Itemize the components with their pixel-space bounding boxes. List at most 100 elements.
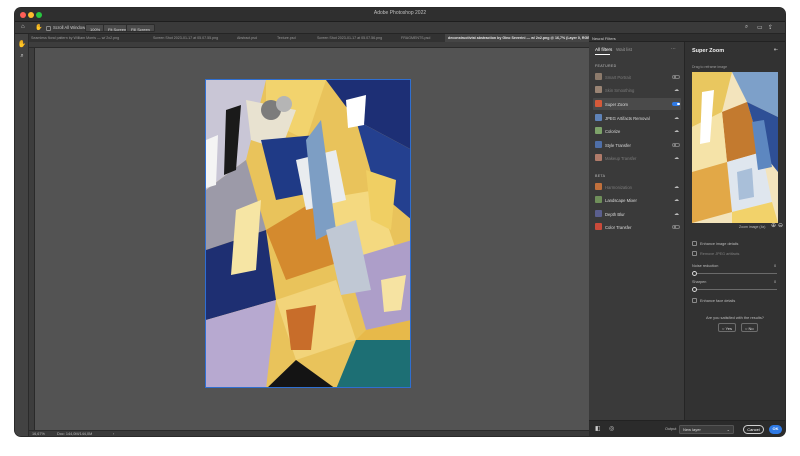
status-bar: 16,67% Doc: 144,0M/144,0M › bbox=[29, 430, 589, 436]
preview-image[interactable] bbox=[692, 72, 778, 223]
fill-screen-button[interactable]: Fill Screen bbox=[126, 24, 155, 32]
share-icon[interactable]: ⇪ bbox=[768, 24, 773, 31]
neural-filters-footer: ◧ ◎ Output New layer ⌄ Cancel OK bbox=[589, 420, 785, 436]
tab-document-1[interactable]: Seamless floral pattern by William Morri… bbox=[31, 34, 149, 42]
enhance-face-details-checkbox[interactable] bbox=[692, 298, 697, 303]
tab-document-2[interactable]: Screen Shot 2023-01-17 at 05.07.55.png bbox=[153, 34, 233, 42]
filter-settings-panel: Super Zoom ⇤ Drag to reframe image Zoom … bbox=[685, 42, 785, 436]
filter-row-landscape-mixer[interactable]: Landscape Mixer ☁ bbox=[593, 194, 681, 206]
noise-reduction-track[interactable] bbox=[694, 273, 777, 274]
filter-row-color-transfer[interactable]: Color Transfer bbox=[593, 221, 681, 233]
filter-toggle-smart-portrait[interactable] bbox=[672, 74, 680, 79]
filter-row-makeup-transfer[interactable]: Makeup Transfer ☁ bbox=[593, 152, 681, 164]
document-image[interactable] bbox=[205, 79, 411, 388]
drag-hint: Drag to reframe image bbox=[692, 65, 728, 69]
home-icon[interactable]: ⌂ bbox=[21, 24, 25, 30]
hand-icon[interactable]: ✋ bbox=[17, 40, 27, 49]
tab-document-active[interactable]: deconstructivist abstraction by Gino Sev… bbox=[445, 34, 589, 42]
filter-thumbnail bbox=[595, 100, 602, 107]
more-options-icon[interactable]: ⋯ bbox=[671, 46, 676, 52]
filter-row-style-transfer[interactable]: Style Transfer bbox=[593, 139, 681, 151]
filter-toggle-color-transfer[interactable] bbox=[672, 224, 680, 229]
cancel-button[interactable]: Cancel bbox=[743, 424, 764, 434]
scroll-all-windows-label: Scroll All Windows bbox=[53, 25, 88, 30]
tab-wait-list[interactable]: Wait list bbox=[616, 47, 632, 52]
enhance-image-details-row[interactable]: Enhance image details bbox=[692, 241, 782, 247]
filters-list-panel: All filters Wait list ⋯ FEATURED Smart P… bbox=[589, 42, 685, 436]
search-icon[interactable]: ⌕ bbox=[745, 24, 748, 31]
tab-all-filters[interactable]: All filters bbox=[595, 47, 612, 52]
cloud-download-icon[interactable]: ☁ bbox=[674, 128, 679, 134]
enhance-face-details-label: Enhance face details bbox=[700, 298, 736, 303]
enhance-image-details-checkbox[interactable] bbox=[692, 241, 697, 246]
tab-document-3[interactable]: Abstract.psd bbox=[237, 34, 273, 42]
filter-row-harmonization[interactable]: Harmonization ☁ bbox=[593, 181, 681, 193]
document-tabs: Seamless floral pattern by William Morri… bbox=[29, 34, 589, 42]
filter-thumbnail bbox=[595, 114, 602, 121]
noise-reduction-slider[interactable] bbox=[691, 270, 697, 276]
document-size: Doc: 144,0M/144,0M bbox=[57, 431, 93, 436]
preview-toggle-icon[interactable]: ◧ bbox=[595, 425, 601, 432]
hand-tool-icon[interactable]: ✋ bbox=[35, 24, 42, 31]
filter-row-colorize[interactable]: Colorize ☁ bbox=[593, 125, 681, 137]
filter-thumbnail bbox=[595, 86, 602, 93]
cloud-download-icon[interactable]: ☁ bbox=[674, 211, 679, 217]
remove-jpeg-artifacts-row[interactable]: Remove JPEG artifacts bbox=[692, 251, 782, 257]
filter-name: JPEG Artifacts Removal bbox=[605, 115, 650, 121]
filter-name: Depth Blur bbox=[605, 211, 625, 217]
no-label: No bbox=[748, 325, 754, 331]
filter-thumbnail bbox=[595, 210, 602, 217]
filter-row-jpeg-artifacts-removal[interactable]: JPEG Artifacts Removal ☁ bbox=[593, 112, 681, 124]
enhance-face-details-row[interactable]: Enhance face details bbox=[692, 298, 782, 304]
yes-feedback-button[interactable]: ○ Yes bbox=[718, 323, 736, 332]
abstract-artwork bbox=[206, 80, 410, 387]
filter-thumbnail bbox=[595, 183, 602, 190]
tab-document-6[interactable]: FRAGMENTS.psd bbox=[401, 34, 441, 42]
tab-document-5[interactable]: Screen Shot 2023-01-17 at 05.07.56.png bbox=[317, 34, 397, 42]
cloud-download-icon[interactable]: ☁ bbox=[674, 115, 679, 121]
filter-row-smart-portrait[interactable]: Smart Portrait bbox=[593, 71, 681, 83]
cloud-download-icon[interactable]: ☁ bbox=[674, 155, 679, 161]
filter-toggle-style-transfer[interactable] bbox=[672, 142, 680, 147]
window-title: Adobe Photoshop 2022 bbox=[373, 10, 427, 16]
filter-row-skin-smoothing[interactable]: Skin Smoothing ☁ bbox=[593, 84, 681, 96]
sharpen-track[interactable] bbox=[694, 289, 777, 290]
cloud-download-icon[interactable]: ☁ bbox=[674, 184, 679, 190]
scroll-all-windows-checkbox[interactable] bbox=[46, 25, 51, 31]
remove-jpeg-artifacts-checkbox[interactable] bbox=[692, 251, 697, 256]
cloud-download-icon[interactable]: ☁ bbox=[674, 87, 679, 93]
zoom-tool-icon[interactable]: ⌕ bbox=[17, 52, 27, 61]
history-icon[interactable]: ⇤ bbox=[774, 47, 778, 53]
sharpen-slider[interactable] bbox=[691, 286, 697, 292]
section-beta: BETA bbox=[595, 174, 606, 178]
filter-thumbnail bbox=[595, 73, 602, 80]
filter-row-super-zoom[interactable]: Super Zoom bbox=[593, 98, 681, 110]
filter-name: Style Transfer bbox=[605, 142, 631, 148]
workspace-icon[interactable]: ▭ bbox=[757, 24, 763, 31]
layer-preview-icon[interactable]: ◎ bbox=[609, 425, 614, 432]
filter-thumbnail bbox=[595, 223, 602, 230]
no-feedback-button[interactable]: ○ No bbox=[741, 323, 758, 332]
ok-button[interactable]: OK bbox=[769, 424, 782, 434]
noise-reduction-value: 0 bbox=[774, 264, 777, 268]
tab-document-4[interactable]: Texture.psd bbox=[277, 34, 313, 42]
zoom-out-icon[interactable]: ⊖ bbox=[778, 222, 783, 229]
filter-row-depth-blur[interactable]: Depth Blur ☁ bbox=[593, 208, 681, 220]
options-bar: ⌂ ✋ Scroll All Windows 100% Fit Screen F… bbox=[15, 22, 785, 34]
filter-thumbnail bbox=[595, 127, 602, 134]
filter-name: Skin Smoothing bbox=[605, 87, 635, 93]
filter-name: Makeup Transfer bbox=[605, 155, 637, 161]
filter-name: Colorize bbox=[605, 128, 621, 134]
yes-label: Yes bbox=[725, 325, 732, 331]
neural-filters-title: Neural Filters bbox=[592, 35, 616, 41]
output-select[interactable]: New layer ⌄ bbox=[679, 424, 734, 434]
tools-panel: ✋ ⌕ bbox=[15, 34, 29, 436]
filter-toggle-super-zoom[interactable] bbox=[672, 101, 680, 106]
zoom-readout[interactable]: 16,67% bbox=[32, 432, 45, 436]
status-menu-arrow-icon[interactable]: › bbox=[113, 432, 114, 436]
cloud-download-icon[interactable]: ☁ bbox=[674, 197, 679, 203]
zoom-in-icon[interactable]: ⊕ bbox=[771, 222, 776, 229]
canvas-area[interactable] bbox=[35, 48, 589, 430]
output-label: Output bbox=[665, 427, 677, 431]
neural-filters-header: Neural Filters bbox=[589, 34, 785, 42]
